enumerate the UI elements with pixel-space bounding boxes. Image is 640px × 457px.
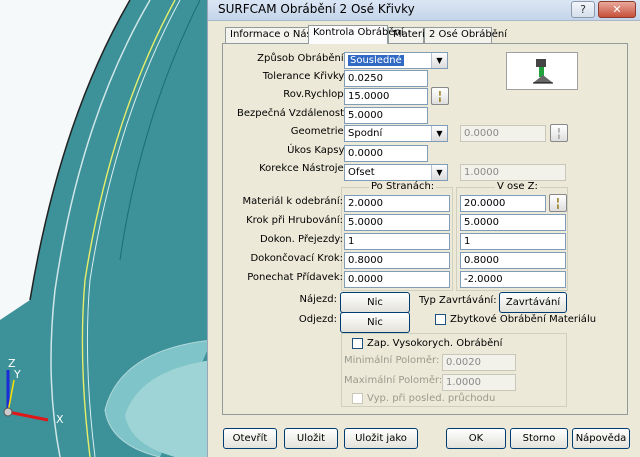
chevron-down-icon: ▼ (431, 126, 447, 141)
zbytkove-checkbox[interactable] (435, 314, 446, 325)
min-polomer-label: Minimální Poloměr: (344, 355, 440, 366)
geometrie-side-input: 0.0000 (460, 125, 546, 142)
hsm-checkbox[interactable] (352, 338, 363, 349)
ok-button[interactable]: OK (446, 428, 506, 449)
close-button[interactable]: ✕ (598, 1, 636, 18)
dokon-prejezdy-label: Dokon. Přejezdy: (259, 234, 343, 245)
geometrie-pick-button: ¦ (550, 124, 568, 142)
rov-rychlop-pick-button[interactable]: ¦ (431, 87, 449, 105)
ulozit-jako-button[interactable]: Uložit jako (344, 428, 418, 449)
help-button[interactable]: ? (571, 1, 595, 18)
max-polomer-label: Maximální Poloměr: (344, 375, 443, 386)
pridavek-z-input[interactable]: -2.0000 (460, 271, 566, 288)
krok-z-input[interactable]: 5.0000 (460, 214, 566, 231)
chevron-down-icon: ▼ (431, 53, 447, 68)
posled-pruchod-checkbox (352, 393, 363, 404)
pridavek-side-input[interactable]: 0.0000 (344, 271, 450, 288)
hsm-label: Zap. Vysokorych. Obrábění (367, 338, 503, 349)
help-icon: ? (580, 3, 586, 16)
pick-icon: ¦ (437, 89, 443, 103)
zbytkove-label: Zbytkové Obrábění Materiálu (450, 314, 597, 325)
geometrie-select[interactable]: Spodní ▼ (344, 125, 448, 142)
dokon-prejezdy-side-input[interactable]: 1 (344, 233, 450, 250)
min-polomer-input: 0.0020 (442, 354, 516, 371)
krok-side-input[interactable]: 5.0000 (344, 214, 450, 231)
dokoncovaci-krok-label: Dokončovací Krok: (250, 253, 343, 264)
chevron-down-icon: ▼ (431, 165, 447, 180)
tab-panel: Způsob Obrábění: Sousledné ▼ Tolerance K… (222, 43, 628, 415)
dokoncovaci-krok-z-input[interactable]: 0.8000 (460, 252, 566, 269)
geometrie-label: Geometrie: (290, 126, 347, 137)
tab-2-ose-obrabeni[interactable]: 2 Osé Obrábění (424, 27, 507, 43)
korekce-side-input: 1.0000 (460, 164, 566, 181)
dokon-prejezdy-z-input[interactable]: 1 (460, 233, 566, 250)
title-bar[interactable]: SURFCAM Obrábění 2 Osé Křivky ? ✕ (208, 0, 640, 21)
zavrtavani-button[interactable]: Zavrtávání (499, 292, 567, 313)
zpusob-label: Způsob Obrábění: (257, 53, 347, 64)
napoveda-button[interactable]: Nápověda (572, 428, 630, 449)
rov-rychlop-input[interactable]: 15.0000 (344, 88, 428, 105)
max-polomer-input: 1.0000 (442, 374, 516, 391)
bezpecna-label: Bezpečná Vzdálenost: (237, 108, 348, 119)
axis-y-label: Y (14, 368, 21, 381)
storno-button[interactable]: Storno (510, 428, 568, 449)
ulozit-button[interactable]: Uložit (284, 428, 338, 449)
odjezd-button[interactable]: Nic (340, 312, 410, 333)
korekce-value: Ofset (348, 167, 375, 178)
material-label: Materiál k odebrání: (242, 196, 343, 207)
tool-preview (506, 52, 578, 90)
posled-pruchod-label: Vyp. při posled. průchodu (367, 393, 496, 404)
material-side-input[interactable]: 2.0000 (344, 195, 450, 212)
ukos-input[interactable]: 0.0000 (344, 145, 428, 162)
rov-rychlop-label: Rov.Rychlop: (283, 89, 347, 100)
v-ose-z-title: V ose Z: (495, 181, 540, 192)
material-z-input[interactable]: 20.0000 (460, 195, 546, 212)
window-title: SURFCAM Obrábění 2 Osé Křivky (218, 2, 415, 16)
tolerance-label: Tolerance Křivky: (262, 71, 347, 82)
surfcam-dialog: SURFCAM Obrábění 2 Osé Křivky ? ✕ Inform… (207, 0, 640, 457)
zpusob-value: Sousledné (348, 55, 404, 66)
otevrit-button[interactable]: Otevřít (223, 428, 277, 449)
najezd-label: Nájezd: (299, 294, 337, 305)
pick-icon: ¦ (556, 126, 562, 140)
cad-viewport[interactable]: Z Y X (0, 0, 212, 457)
tolerance-input[interactable]: 0.0250 (344, 70, 428, 87)
mill-tool-icon (533, 59, 553, 84)
geometrie-value: Spodní (348, 128, 383, 139)
ukos-label: Úkos Kapsy: (287, 145, 347, 156)
pridavek-label: Ponechat Přídavek: (247, 272, 343, 283)
material-z-pick-button[interactable]: ¦ (549, 194, 567, 212)
close-icon: ✕ (612, 3, 622, 16)
odjezd-label: Odjezd: (298, 314, 337, 325)
dokoncovaci-krok-side-input[interactable]: 0.8000 (344, 252, 450, 269)
zpusob-select[interactable]: Sousledné ▼ (344, 52, 448, 69)
bezpecna-input[interactable]: 5.0000 (344, 107, 428, 124)
najezd-button[interactable]: Nic (340, 292, 410, 313)
axis-x-label: X (56, 413, 64, 426)
tab-kontrola-obrabeni[interactable]: Kontrola Obrábění (308, 25, 404, 44)
korekce-select[interactable]: Ofset ▼ (344, 164, 448, 181)
typ-zavrtavani-label: Typ Zavrtávání: (419, 295, 497, 306)
po-stranach-title: Po Stranách: (369, 181, 437, 192)
krok-label: Krok při Hrubování: (246, 215, 343, 226)
pick-icon: ¦ (555, 196, 561, 210)
korekce-label: Korekce Nástroje: (259, 163, 347, 174)
